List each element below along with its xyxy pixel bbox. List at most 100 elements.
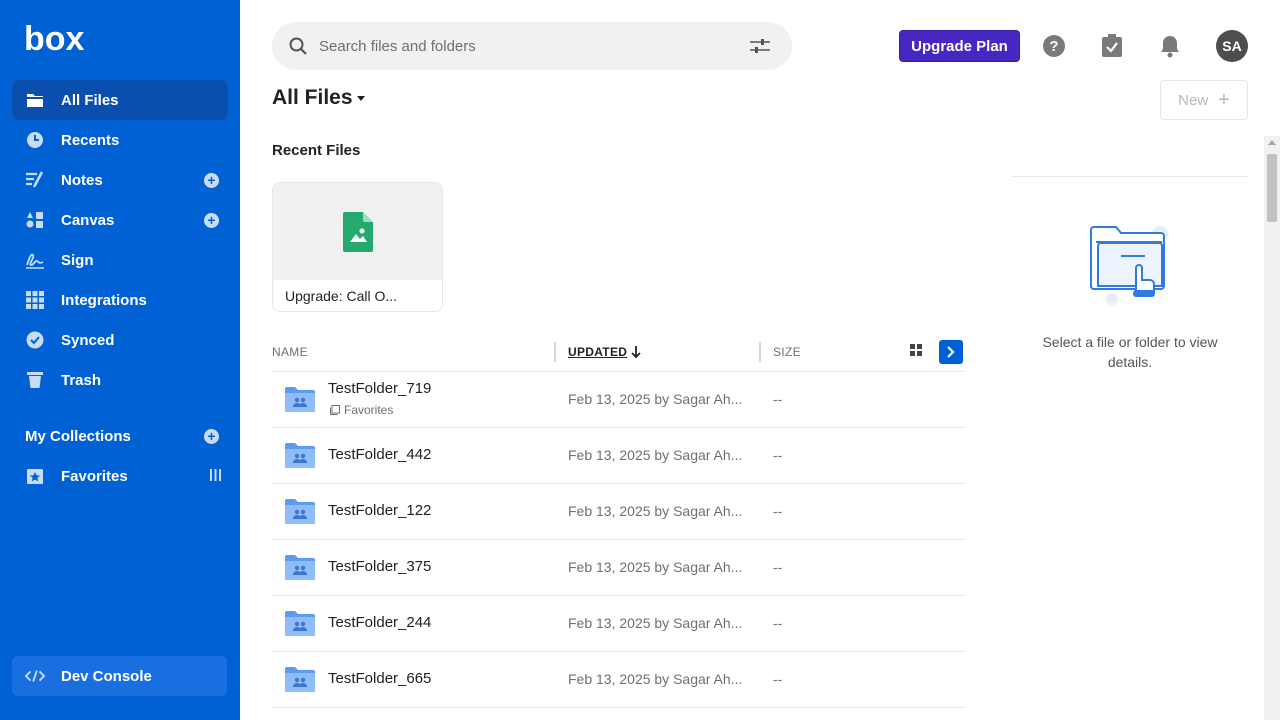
page-title-text: All Files <box>272 86 353 109</box>
caret-down-icon <box>356 95 365 101</box>
upgrade-plan-button[interactable]: Upgrade Plan <box>899 30 1020 62</box>
recent-file-card[interactable]: Upgrade: Call O... <box>272 182 443 312</box>
shared-folder-icon <box>285 442 315 473</box>
column-resize-handle[interactable] <box>554 342 556 362</box>
sidebar: box All Files Recents Notes + Canvas + S… <box>0 0 240 720</box>
dev-console-button[interactable]: Dev Console <box>12 656 227 696</box>
notifications-bell-icon[interactable] <box>1157 33 1183 59</box>
table-row[interactable]: TestFolder_244 Feb 13, 2025 by Sagar Ah.… <box>272 596 964 652</box>
file-size: -- <box>773 559 783 575</box>
shared-folder-icon <box>285 498 315 529</box>
trash-icon <box>25 370 45 390</box>
recent-file-thumbnail <box>273 183 442 280</box>
chevron-right-icon <box>947 346 955 358</box>
sort-arrow-down-icon <box>631 346 641 358</box>
clock-icon <box>25 130 45 150</box>
sidebar-item-label: Trash <box>61 371 102 389</box>
scrollbar[interactable] <box>1264 136 1280 720</box>
file-name[interactable]: TestFolder_244 <box>328 614 431 631</box>
updated-info: Feb 13, 2025 by Sagar Ah... <box>568 447 743 463</box>
new-button[interactable]: New + <box>1160 80 1248 120</box>
search-input[interactable] <box>319 37 719 55</box>
column-resize-handle[interactable] <box>759 342 761 362</box>
file-name[interactable]: TestFolder_122 <box>328 502 431 519</box>
sidebar-item-label: All Files <box>61 91 119 109</box>
image-file-icon <box>342 211 373 252</box>
file-size: -- <box>773 391 783 407</box>
column-header-updated[interactable]: UPDATED <box>568 345 641 359</box>
add-note-icon[interactable]: + <box>204 173 219 188</box>
scrollbar-thumb[interactable] <box>1267 154 1277 222</box>
details-divider <box>1012 176 1248 177</box>
sidebar-item-label: Recents <box>61 131 120 149</box>
grid-view-icon[interactable] <box>908 342 924 358</box>
collection-icon <box>330 405 340 415</box>
details-empty-message: Select a file or folder to view details. <box>1042 334 1218 370</box>
table-row[interactable]: TestFolder_442 Feb 13, 2025 by Sagar Ah.… <box>272 428 964 484</box>
my-collections-label: My Collections <box>25 427 131 445</box>
check-circle-icon <box>25 330 45 350</box>
add-canvas-icon[interactable]: + <box>204 213 219 228</box>
dev-console-label: Dev Console <box>61 667 152 685</box>
shared-folder-icon <box>285 610 315 641</box>
file-name[interactable]: TestFolder_442 <box>328 446 431 463</box>
sidebar-item-label: Integrations <box>61 291 147 309</box>
sidebar-item-trash[interactable]: Trash <box>12 360 228 400</box>
table-row[interactable]: TestFolder_375 Feb 13, 2025 by Sagar Ah.… <box>272 540 964 596</box>
sidebar-item-label: Notes <box>61 171 103 189</box>
signature-icon <box>25 250 45 270</box>
my-collections-header[interactable]: My Collections + <box>12 416 228 456</box>
sidebar-item-recents[interactable]: Recents <box>12 120 228 160</box>
updated-info: Feb 13, 2025 by Sagar Ah... <box>568 671 743 687</box>
sidebar-item-all-files[interactable]: All Files <box>12 80 228 120</box>
file-name[interactable]: TestFolder_665 <box>328 670 431 687</box>
column-header-size[interactable]: SIZE <box>773 345 801 359</box>
collection-tag-label: Favorites <box>344 403 394 417</box>
sidebar-item-label: Synced <box>61 331 115 349</box>
avatar[interactable]: SA <box>1216 30 1248 62</box>
column-header-name[interactable]: NAME <box>272 345 308 359</box>
folder-touch-illustration-icon <box>1086 222 1172 313</box>
folder-icon <box>25 90 45 110</box>
box-logo[interactable]: box <box>24 22 86 56</box>
new-button-label: New <box>1178 91 1209 109</box>
collections-section: My Collections + Favorites <box>12 416 228 496</box>
svg-text:box: box <box>24 22 85 56</box>
reorder-handle-icon[interactable] <box>210 468 221 485</box>
updated-info: Feb 13, 2025 by Sagar Ah... <box>568 615 743 631</box>
file-table: NAME UPDATED SIZE TestFolder_719 Favorit… <box>272 332 964 708</box>
page-title[interactable]: All Files <box>272 86 365 110</box>
sidebar-item-integrations[interactable]: Integrations <box>12 280 228 320</box>
table-header: NAME UPDATED SIZE <box>272 332 964 372</box>
sidebar-item-synced[interactable]: Synced <box>12 320 228 360</box>
grid-apps-icon <box>25 290 45 310</box>
table-row[interactable]: TestFolder_665 Feb 13, 2025 by Sagar Ah.… <box>272 652 964 708</box>
plus-icon: + <box>1218 89 1230 111</box>
add-collection-icon[interactable]: + <box>204 429 219 444</box>
sidebar-nav: All Files Recents Notes + Canvas + Sign … <box>12 80 228 400</box>
canvas-icon <box>25 210 45 230</box>
sidebar-item-canvas[interactable]: Canvas + <box>12 200 228 240</box>
table-row[interactable]: TestFolder_719 Favorites Feb 13, 2025 by… <box>272 372 964 428</box>
sidebar-item-label: Favorites <box>61 467 128 485</box>
filter-sliders-icon[interactable] <box>750 39 770 53</box>
file-name[interactable]: TestFolder_719 <box>328 380 431 397</box>
updated-info: Feb 13, 2025 by Sagar Ah... <box>568 391 743 407</box>
collection-tag[interactable]: Favorites <box>330 403 393 417</box>
sidebar-item-notes[interactable]: Notes + <box>12 160 228 200</box>
file-size: -- <box>773 671 783 687</box>
tasks-clipboard-icon[interactable] <box>1099 33 1125 59</box>
sidebar-item-label: Canvas <box>61 211 115 229</box>
updated-info: Feb 13, 2025 by Sagar Ah... <box>568 503 743 519</box>
sidebar-item-favorites[interactable]: Favorites <box>12 456 228 496</box>
help-icon[interactable]: ? <box>1041 33 1067 59</box>
shared-folder-icon <box>285 386 315 417</box>
toggle-details-panel-button[interactable] <box>939 340 963 364</box>
sidebar-item-sign[interactable]: Sign <box>12 240 228 280</box>
scroll-up-arrow-icon[interactable] <box>1268 140 1276 145</box>
updated-info: Feb 13, 2025 by Sagar Ah... <box>568 559 743 575</box>
file-name[interactable]: TestFolder_375 <box>328 558 431 575</box>
column-header-updated-label: UPDATED <box>568 345 628 359</box>
table-row[interactable]: TestFolder_122 Feb 13, 2025 by Sagar Ah.… <box>272 484 964 540</box>
search-icon <box>289 37 307 55</box>
